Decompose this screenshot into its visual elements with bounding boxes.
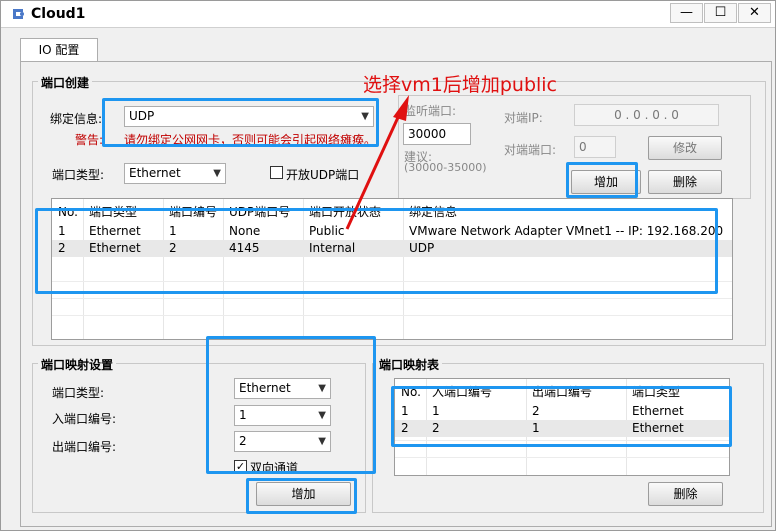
highlight-mapping-add <box>246 478 357 514</box>
peer-ip-label: 对端IP: <box>504 111 543 125</box>
in-port-label: 入端口编号: <box>52 412 117 426</box>
maximize-button[interactable]: ☐ <box>704 3 737 23</box>
annotation-text: 选择vm1后增加public <box>363 74 558 96</box>
map-type-label: 端口类型: <box>52 386 105 400</box>
window-title: Cloud1 <box>31 6 86 22</box>
port-mapping-title: 端口映射设置 <box>38 356 117 373</box>
port-type-label: 端口类型: <box>52 168 105 182</box>
minimize-button[interactable]: — <box>670 3 703 23</box>
peer-ip-input[interactable]: 0 . 0 . 0 . 0 <box>574 104 719 126</box>
cloud-config-window: Cloud1 — ☐ ✕ IO 配置 端口创建 绑定信息: UDP ▼ 警告: … <box>0 0 776 531</box>
peer-port-label: 对端端口: <box>504 143 557 157</box>
peer-port-input[interactable]: 0 <box>574 136 616 158</box>
highlight-mapping-table <box>391 386 732 447</box>
listen-port-label: 监听端口: <box>404 104 457 118</box>
delete-mapping-button[interactable]: 删除 <box>648 482 723 506</box>
mapping-table-title: 端口映射表 <box>376 356 443 373</box>
highlight-mapping-selects <box>206 336 376 474</box>
open-udp-checkbox[interactable] <box>270 166 283 179</box>
cloud-app-icon <box>13 9 24 19</box>
highlight-add-button <box>566 162 638 198</box>
modify-button[interactable]: 修改 <box>648 136 722 160</box>
delete-port-button[interactable]: 删除 <box>648 170 722 194</box>
highlight-port-table <box>35 208 718 294</box>
port-type-value: Ethernet <box>129 166 181 180</box>
highlight-bind-info <box>102 98 379 147</box>
warning-label: 警告: <box>75 133 104 147</box>
out-port-label: 出端口编号: <box>52 440 117 454</box>
chevron-down-icon: ▼ <box>213 168 221 179</box>
open-udp-label: 开放UDP端口 <box>286 168 360 182</box>
listen-port-input[interactable]: 30000 <box>403 123 471 145</box>
port-create-title: 端口创建 <box>38 74 93 91</box>
title-bar[interactable]: Cloud1 — ☐ ✕ <box>1 1 775 28</box>
bind-info-label: 绑定信息: <box>50 112 103 126</box>
tab-io-config[interactable]: IO 配置 <box>20 38 98 62</box>
close-button[interactable]: ✕ <box>738 3 771 23</box>
port-type-select[interactable]: Ethernet ▼ <box>124 163 226 184</box>
suggest-range: (30000-35000) <box>404 161 487 174</box>
